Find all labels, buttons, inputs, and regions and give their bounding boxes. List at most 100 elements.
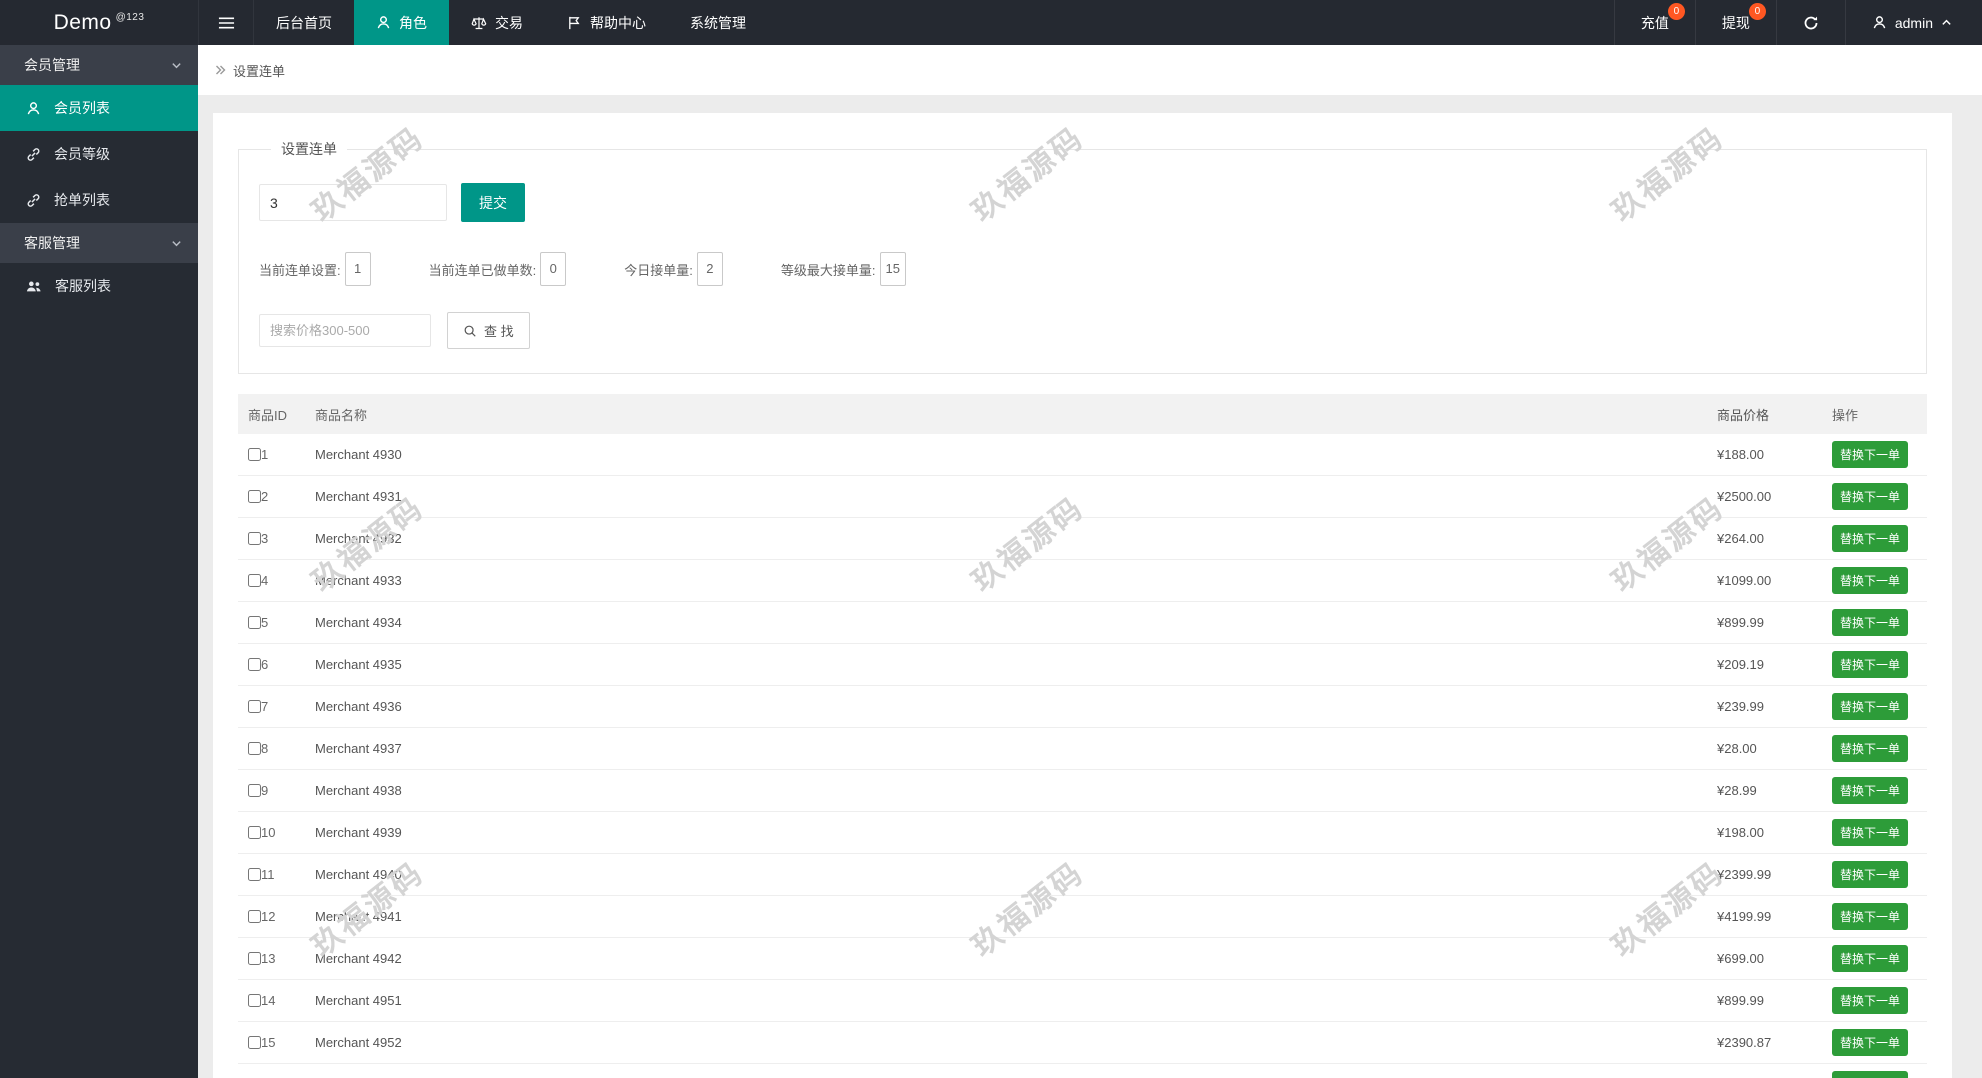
row-checkbox[interactable] [248, 994, 261, 1007]
scales-icon [471, 15, 487, 31]
chain-count-input[interactable] [259, 184, 447, 221]
row-checkbox[interactable] [248, 868, 261, 881]
replace-next-order-button[interactable]: 替换下一单 [1832, 1071, 1908, 1078]
row-checkbox[interactable] [248, 448, 261, 461]
link-icon [26, 147, 41, 162]
row-checkbox[interactable] [248, 700, 261, 713]
sidebar-item-grab-order-list[interactable]: 抢单列表 [0, 177, 198, 223]
user-menu[interactable]: admin [1845, 0, 1982, 45]
row-checkbox[interactable] [248, 658, 261, 671]
row-checkbox[interactable] [248, 1036, 261, 1049]
row-checkbox[interactable] [248, 952, 261, 965]
row-checkbox[interactable] [248, 826, 261, 839]
cell-goods-price: ¥1099.00 [1717, 573, 1832, 588]
cell-goods-id: 3 [238, 531, 315, 546]
replace-next-order-button[interactable]: 替换下一单 [1832, 693, 1908, 720]
replace-next-order-button[interactable]: 替换下一单 [1832, 735, 1908, 762]
replace-next-order-button[interactable]: 替换下一单 [1832, 861, 1908, 888]
goods-id: 12 [261, 909, 275, 924]
fieldset-legend: 设置连单 [271, 139, 347, 159]
row-checkbox[interactable] [248, 490, 261, 503]
replace-next-order-button[interactable]: 替换下一单 [1832, 567, 1908, 594]
replace-next-order-button[interactable]: 替换下一单 [1832, 903, 1908, 930]
cell-goods-id: 14 [238, 993, 315, 1008]
main-content: 设置连单 设置连单 提交 当前连单设置:1当前连单已做单数:0今日接单量:2等级… [198, 45, 1982, 1078]
nav-tab-trade[interactable]: 交易 [449, 0, 545, 45]
replace-next-order-button[interactable]: 替换下一单 [1832, 441, 1908, 468]
main-nav-menu: 后台首页 角色交易帮助中心 系统管理 [254, 0, 768, 45]
sidebar-toggle-button[interactable] [198, 0, 254, 45]
goods-id: 1 [261, 447, 268, 462]
breadcrumb: 设置连单 [198, 45, 1982, 95]
replace-next-order-button[interactable]: 替换下一单 [1832, 1029, 1908, 1056]
nav-tab-label: 系统管理 [690, 13, 746, 33]
goods-id: 6 [261, 657, 268, 672]
sidebar-item-member-list[interactable]: 会员列表 [0, 85, 198, 131]
sidebar-group-member-management[interactable]: 会员管理 [0, 45, 198, 85]
goods-id: 11 [261, 867, 275, 882]
nav-tab-system[interactable]: 系统管理 [668, 0, 768, 45]
cell-action: 替换下一单 [1832, 945, 1927, 972]
replace-next-order-button[interactable]: 替换下一单 [1832, 945, 1908, 972]
replace-next-order-button[interactable]: 替换下一单 [1832, 525, 1908, 552]
sidebar-item-service-list[interactable]: 客服列表 [0, 263, 198, 309]
withdraw-badge: 0 [1749, 3, 1766, 20]
replace-next-order-button[interactable]: 替换下一单 [1832, 777, 1908, 804]
row-checkbox[interactable] [248, 532, 261, 545]
sidebar-group-label: 客服管理 [24, 233, 80, 253]
cell-goods-name: Merchant 4934 [315, 615, 1717, 630]
nav-tab-help[interactable]: 帮助中心 [545, 0, 668, 45]
stat-label: 当前连单设置: [259, 260, 341, 279]
cell-action: 替换下一单 [1832, 735, 1927, 762]
nav-tab-label: 后台首页 [276, 13, 332, 33]
top-navbar: Demo@123 后台首页角色交易帮助中心系统管理 充值0提现0admin [0, 0, 1982, 45]
nav-recharge-button[interactable]: 充值0 [1614, 0, 1695, 45]
cell-action: 替换下一单 [1832, 987, 1927, 1014]
stat-label: 等级最大接单量: [781, 260, 876, 279]
row-checkbox[interactable] [248, 910, 261, 923]
navbar-right-actions: 充值0提现0admin [1614, 0, 1982, 45]
stat-item: 今日接单量:2 [624, 252, 723, 286]
replace-next-order-button[interactable]: 替换下一单 [1832, 987, 1908, 1014]
withdraw-label: 提现 [1722, 13, 1750, 33]
table-row: 9Merchant 4938¥28.99替换下一单 [238, 770, 1927, 812]
goods-table: 商品ID 商品名称 商品价格 操作 1Merchant 4930¥188.00替… [238, 394, 1927, 1078]
table-row: 1Merchant 4930¥188.00替换下一单 [238, 434, 1927, 476]
replace-next-order-button[interactable]: 替换下一单 [1832, 483, 1908, 510]
table-row: 11Merchant 4940¥2399.99替换下一单 [238, 854, 1927, 896]
find-button[interactable]: 查 找 [447, 312, 530, 349]
goods-id: 9 [261, 783, 268, 798]
cell-goods-id: 6 [238, 657, 315, 672]
row-checkbox[interactable] [248, 574, 261, 587]
nav-tab-home[interactable]: 后台首页 [254, 0, 354, 45]
row-checkbox[interactable] [248, 742, 261, 755]
nav-withdraw-button[interactable]: 提现0 [1695, 0, 1776, 45]
goods-id: 8 [261, 741, 268, 756]
recharge-label: 充值 [1641, 13, 1669, 33]
cell-goods-id: 2 [238, 489, 315, 504]
refresh-icon [1803, 15, 1819, 31]
refresh-button[interactable] [1776, 0, 1845, 45]
cell-action: 替换下一单 [1832, 441, 1927, 468]
cell-goods-price: ¥2390.87 [1717, 1035, 1832, 1050]
cell-action: 替换下一单 [1832, 777, 1927, 804]
price-search-input[interactable] [259, 314, 431, 347]
replace-next-order-button[interactable]: 替换下一单 [1832, 609, 1908, 636]
row-checkbox[interactable] [248, 784, 261, 797]
sidebar: 会员管理会员列表会员等级抢单列表客服管理客服列表 [0, 45, 198, 1078]
cell-goods-name: Merchant 4952 [315, 1035, 1717, 1050]
sidebar-group-service-management[interactable]: 客服管理 [0, 223, 198, 263]
chevron-down-icon [171, 60, 182, 71]
chain-count-form-row: 提交 [259, 183, 1926, 222]
sidebar-item-label: 客服列表 [55, 276, 111, 296]
cell-action: 替换下一单 [1832, 861, 1927, 888]
row-checkbox[interactable] [248, 616, 261, 629]
nav-tab-roles[interactable]: 角色 [354, 0, 449, 45]
replace-next-order-button[interactable]: 替换下一单 [1832, 651, 1908, 678]
cell-goods-price: ¥28.99 [1717, 783, 1832, 798]
replace-next-order-button[interactable]: 替换下一单 [1832, 819, 1908, 846]
table-row: 8Merchant 4937¥28.00替换下一单 [238, 728, 1927, 770]
sidebar-item-member-level[interactable]: 会员等级 [0, 131, 198, 177]
submit-button[interactable]: 提交 [461, 183, 525, 222]
cell-goods-id: 9 [238, 783, 315, 798]
